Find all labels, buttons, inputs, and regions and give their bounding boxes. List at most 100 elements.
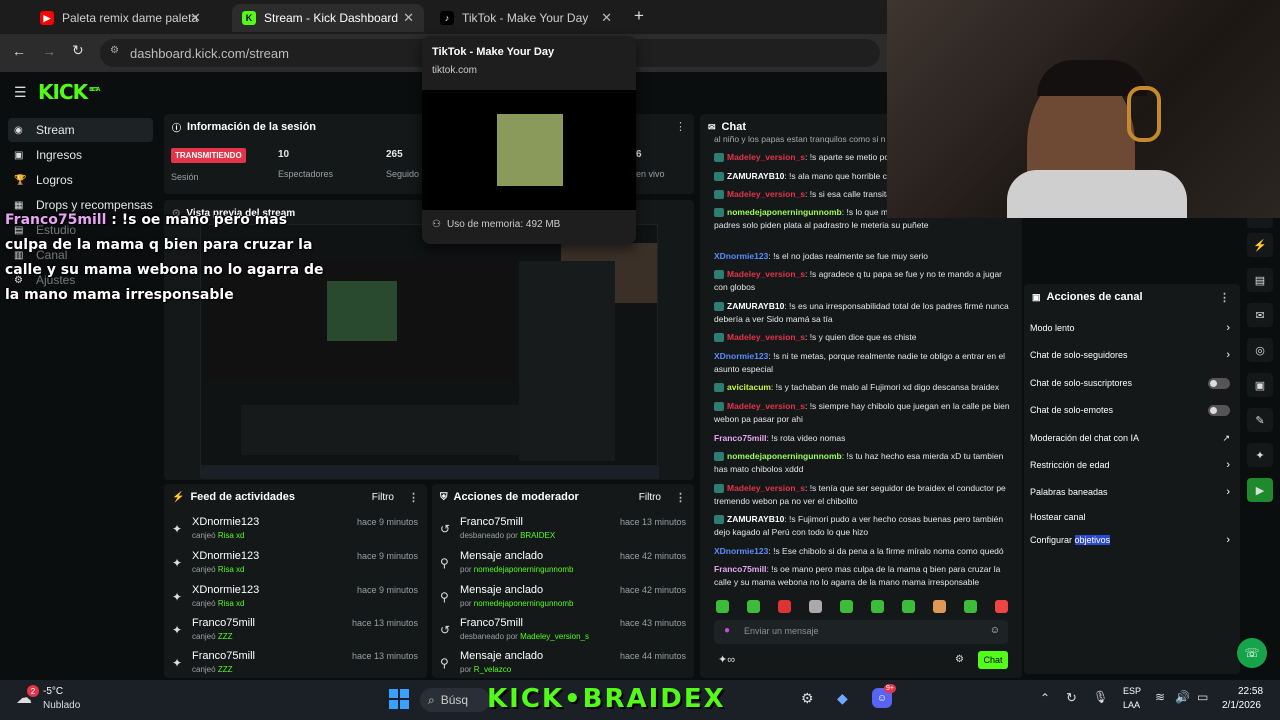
chat-username[interactable]: Madeley_version_s — [727, 401, 805, 411]
document-icon[interactable]: ▤ — [1247, 268, 1273, 292]
app-icon[interactable]: ◆ — [837, 690, 848, 707]
action-solo-emotes[interactable]: Chat de solo-emotes — [1030, 400, 1230, 420]
more-icon[interactable]: ⋮ — [675, 120, 686, 133]
settings-icon[interactable]: ⚙ — [955, 654, 964, 665]
chat-username[interactable]: Franco75mill — [714, 564, 766, 574]
sidebar-item-ingresos[interactable]: ▣ Ingresos — [8, 143, 153, 167]
emote-icon[interactable] — [964, 600, 977, 613]
close-icon[interactable]: ✕ — [190, 10, 201, 26]
action-title[interactable]: Mensaje anclado — [460, 550, 543, 562]
user-name[interactable]: XDnormie123 — [192, 516, 259, 528]
emote-icon[interactable] — [716, 600, 729, 613]
action-hostear-canal[interactable]: Hostear canal — [1030, 507, 1230, 527]
action-title[interactable]: Mensaje anclado — [460, 584, 543, 596]
lightning-icon[interactable]: ⚡ — [1247, 233, 1273, 257]
chat-username[interactable]: avicitacum — [727, 382, 771, 392]
emote-icon[interactable] — [747, 600, 760, 613]
close-icon[interactable]: ✕ — [403, 10, 414, 26]
chat-username[interactable]: nomedejaponerningunnomb — [727, 451, 842, 461]
tab-tiktok[interactable]: ♪ TikTok - Make Your Day ✕ — [430, 4, 622, 32]
more-icon[interactable]: ⋮ — [1219, 291, 1230, 304]
action-moderacion-ia[interactable]: Moderación del chat con IA ↗ — [1030, 428, 1230, 448]
action-title[interactable]: Franco75mill — [460, 516, 523, 528]
user-name[interactable]: Franco75mill — [192, 650, 255, 662]
keyboard-layout[interactable]: LAA — [1123, 700, 1140, 710]
chat-username[interactable]: Madeley_version_s — [727, 269, 805, 279]
reload-icon[interactable]: ↻ — [72, 42, 84, 59]
back-icon[interactable]: ← — [12, 43, 26, 59]
menu-icon[interactable]: ☰ — [14, 84, 27, 101]
more-icon[interactable]: ⋮ — [408, 491, 419, 504]
action-solo-suscriptores[interactable]: Chat de solo-suscriptores — [1030, 373, 1230, 393]
tray-chevron-icon[interactable]: ⌃ — [1040, 691, 1050, 705]
chat-username[interactable]: XDnormie123 — [714, 546, 768, 556]
chat-username[interactable]: ZAMURAYB10 — [727, 514, 784, 524]
chat-username[interactable]: ZAMURAYB10 — [727, 171, 784, 181]
chat-username[interactable]: ZAMURAYB10 — [727, 301, 784, 311]
clock-time[interactable]: 22:58 — [1238, 686, 1263, 697]
steam-icon[interactable]: ⚙ — [801, 690, 814, 707]
volume-icon[interactable]: 🔊 — [1175, 690, 1190, 704]
emote-icon[interactable] — [809, 600, 822, 613]
tab-kick-dashboard[interactable]: K Stream - Kick Dashboard ✕ — [232, 4, 424, 32]
more-icon[interactable]: ⋮ — [675, 491, 686, 504]
sidebar-item-stream[interactable]: ◉ Stream — [8, 118, 153, 142]
user-name[interactable]: XDnormie123 — [192, 550, 259, 562]
chat-username[interactable]: XDnormie123 — [714, 351, 768, 361]
microphone-icon[interactable]: 🎙 — [1093, 690, 1108, 704]
language-code[interactable]: ESP — [1123, 686, 1141, 696]
kick-logo[interactable]: KICK BETA — [38, 80, 100, 104]
emote-icon[interactable] — [840, 600, 853, 613]
chat-input[interactable]: ● Enviar un mensaje ☺ — [714, 620, 1008, 644]
action-solo-seguidores[interactable]: Chat de solo-seguidores › — [1030, 345, 1230, 365]
chat-username[interactable]: Franco75mill — [714, 433, 766, 443]
battery-icon[interactable]: ▭ — [1197, 690, 1208, 704]
broadcast-icon[interactable]: ◎ — [1247, 338, 1273, 362]
send-chat-button[interactable]: Chat — [978, 651, 1008, 669]
emotes-only-toggle[interactable] — [1208, 404, 1230, 416]
action-restriccion-edad[interactable]: Restricción de edad › — [1030, 455, 1230, 475]
wrench-icon[interactable]: ✎ — [1247, 408, 1273, 432]
redeem-icon[interactable]: ✦ — [1247, 443, 1273, 467]
chat-username[interactable]: XDnormie123 — [714, 251, 768, 261]
emote-icon[interactable] — [902, 600, 915, 613]
filter-button[interactable]: Filtro — [372, 492, 394, 503]
new-tab-icon[interactable]: + — [634, 6, 644, 26]
action-modo-lento[interactable]: Modo lento › — [1030, 318, 1230, 338]
forward-icon[interactable]: → — [42, 43, 56, 59]
activity-detail: canjeó ZZZ — [192, 632, 233, 641]
chat-username[interactable]: Madeley_version_s — [727, 152, 805, 162]
action-title[interactable]: Mensaje anclado — [460, 650, 543, 662]
trophy-icon: 🏆 — [14, 174, 27, 186]
action-palabras-baneadas[interactable]: Palabras baneadas › — [1030, 482, 1230, 502]
action-configurar-objetivos[interactable]: Configurar objetivos › — [1030, 530, 1230, 550]
site-info-icon[interactable]: ⚙ — [110, 45, 119, 56]
clock-date[interactable]: 2/1/2026 — [1222, 700, 1261, 711]
action-title[interactable]: Franco75mill — [460, 617, 523, 629]
emote-icon[interactable] — [778, 600, 791, 613]
subscribers-only-toggle[interactable] — [1208, 377, 1230, 389]
chat-tools-icon[interactable]: ✦∞ — [718, 653, 735, 666]
chat-icon[interactable]: ✉ — [1247, 303, 1273, 327]
microphone-icon[interactable]: ● — [724, 625, 730, 636]
help-icon[interactable]: ☏ — [1237, 638, 1267, 668]
wifi-icon[interactable]: ≋ — [1155, 690, 1165, 704]
windows-start-icon[interactable] — [389, 689, 409, 709]
chat-username[interactable]: nomedejaponerningunnomb — [727, 207, 842, 217]
chat-username[interactable]: Madeley_version_s — [727, 189, 805, 199]
stream-icon[interactable]: ▶ — [1247, 478, 1273, 502]
user-name[interactable]: XDnormie123 — [192, 584, 259, 596]
filter-button[interactable]: Filtro — [639, 492, 661, 503]
sync-icon[interactable]: ↻ — [1066, 690, 1077, 706]
close-icon[interactable]: ✕ — [601, 10, 612, 26]
emote-icon[interactable] — [871, 600, 884, 613]
chat-username[interactable]: Madeley_version_s — [727, 483, 805, 493]
emote-icon[interactable] — [933, 600, 946, 613]
emote-icon[interactable] — [995, 600, 1008, 613]
sidebar-item-logros[interactable]: 🏆 Logros — [8, 168, 153, 192]
chat-username[interactable]: Madeley_version_s — [727, 332, 805, 342]
user-name[interactable]: Franco75mill — [192, 617, 255, 629]
emoji-icon[interactable]: ☺ — [990, 625, 1000, 636]
taskbar-search[interactable]: ⌕ Búsq — [420, 688, 490, 712]
queue-icon[interactable]: ▣ — [1247, 373, 1273, 397]
